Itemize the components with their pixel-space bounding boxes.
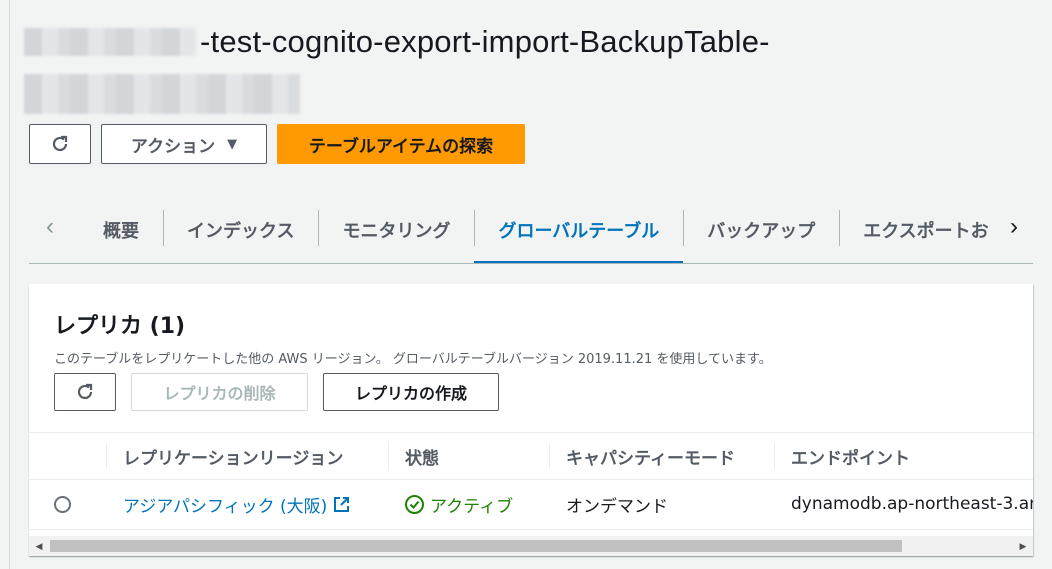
panel-description: このテーブルをレプリケートした他の AWS リージョン。 グローバルテーブルバー… (54, 352, 772, 367)
column-header-status[interactable]: 状態 (388, 433, 439, 479)
scroll-right-icon[interactable]: ▶ (1017, 540, 1029, 552)
column-header-capacity[interactable]: キャパシティーモード (549, 433, 735, 479)
page-title: -test-cognito-export-import-BackupTable- (24, 14, 1024, 119)
page-title-text: -test-cognito-export-import-BackupTable- (200, 24, 770, 59)
tab-backups[interactable]: バックアップ (683, 196, 839, 263)
replicas-table: レプリケーションリージョン 状態 キャパシティーモード エンドポイント アジアパ… (29, 432, 1033, 530)
tab-overview[interactable]: 概要 (79, 196, 163, 263)
table-row: アジアパシフィック (大阪) アクティブ オンデマンド dynamodb.ap-… (29, 480, 1033, 530)
scroll-left-icon[interactable]: ◀ (33, 540, 45, 552)
replicas-refresh-button[interactable] (54, 373, 116, 411)
delete-replica-button[interactable]: レプリカの削除 (131, 373, 308, 411)
capacity-mode: オンデマンド (566, 496, 668, 517)
check-circle-icon (405, 494, 424, 514)
tab-indexes[interactable]: インデックス (163, 196, 318, 263)
endpoint: dynamodb.ap-northeast-3.amazonaws.com (791, 494, 1033, 514)
refresh-icon (52, 135, 68, 152)
chevron-left-icon[interactable]: ‹ (37, 213, 63, 240)
column-header-region[interactable]: レプリケーションリージョン (105, 433, 343, 479)
explore-items-label: テーブルアイテムの探索 (308, 136, 494, 157)
scrollbar-thumb[interactable] (50, 540, 902, 552)
left-divider (9, 0, 10, 569)
status-label: アクティブ (430, 496, 514, 517)
replicas-panel: レプリカ (1) このテーブルをレプリケートした他の AWS リージョン。 グロ… (29, 284, 1033, 556)
actions-label: アクション (130, 136, 216, 157)
refresh-button[interactable] (29, 124, 91, 164)
redacted-text (24, 28, 196, 56)
explore-items-button[interactable]: テーブルアイテムの探索 (277, 124, 525, 164)
external-link-icon (334, 496, 350, 512)
tab-monitoring[interactable]: モニタリング (318, 196, 474, 263)
region-link[interactable]: アジアパシフィック (大阪) (123, 480, 350, 528)
column-header-endpoint[interactable]: エンドポイント (774, 433, 910, 479)
tab-list: 概要 インデックス モニタリング グローバルテーブル バックアップ エクスポート… (79, 196, 989, 263)
panel-title: レプリカ (1) (54, 314, 186, 339)
table-header: レプリケーションリージョン 状態 キャパシティーモード エンドポイント (29, 432, 1033, 480)
actions-dropdown[interactable]: アクション ▼ (101, 124, 267, 164)
redacted-text (24, 74, 300, 114)
create-replica-button[interactable]: レプリカの作成 (323, 373, 499, 411)
row-select-radio[interactable] (54, 480, 71, 528)
region-label: アジアパシフィック (大阪) (123, 496, 328, 517)
caret-down-icon: ▼ (227, 136, 238, 152)
panel-header: レプリカ (1) このテーブルをレプリケートした他の AWS リージョン。 グロ… (54, 308, 772, 367)
tab-bar: ‹ 概要 インデックス モニタリング グローバルテーブル バックアップ エクスポ… (29, 196, 1033, 264)
horizontal-scrollbar[interactable]: ◀ ▶ (29, 536, 1033, 556)
toolbar: アクション ▼ テーブルアイテムの探索 (29, 124, 525, 164)
status-badge: アクティブ (405, 480, 513, 528)
refresh-icon (77, 383, 93, 400)
tab-exports[interactable]: エクスポートおよ (839, 196, 989, 263)
panel-actions: レプリカの削除 レプリカの作成 (54, 373, 499, 411)
tab-global-tables[interactable]: グローバルテーブル (474, 196, 683, 263)
chevron-right-icon[interactable]: › (1001, 213, 1027, 240)
